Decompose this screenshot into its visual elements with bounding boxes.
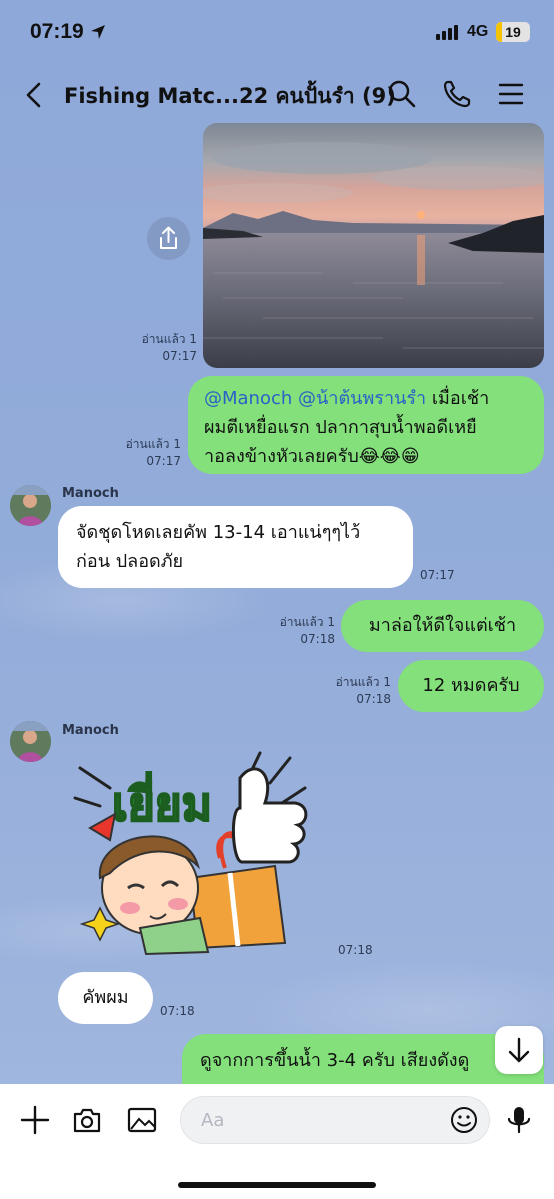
- read-receipt: อ่านแล้ว 1: [141, 332, 197, 346]
- outgoing-message-bubble[interactable]: @Manoch @น้าต้นพรานรำ เมื่อเช้า ผมตีเหยื…: [188, 376, 544, 474]
- message-time: 07:18: [300, 632, 335, 646]
- scroll-to-bottom-button[interactable]: [495, 1026, 543, 1074]
- emoji-icon[interactable]: [449, 1105, 479, 1135]
- message-time: 07:17: [420, 568, 455, 582]
- avatar-image: [10, 485, 51, 526]
- message-text: ก่อน ปลอดภัย: [76, 551, 184, 572]
- mention-link[interactable]: @Manoch: [204, 388, 292, 409]
- incoming-message-bubble[interactable]: คัพผม: [58, 972, 153, 1024]
- message-meta: อ่านแล้ว 1 07:18: [258, 614, 335, 648]
- mention-link[interactable]: @น้าต้นพรานรำ: [298, 388, 426, 409]
- battery-icon: 19: [496, 22, 530, 42]
- message-meta: อ่านแล้ว 1 07:17: [104, 436, 181, 470]
- avatar-image: [10, 721, 51, 762]
- avatar[interactable]: [10, 721, 51, 762]
- outgoing-message-bubble[interactable]: 12 หมดครับ: [398, 660, 544, 712]
- message-time: 07:18: [338, 943, 373, 957]
- message-input[interactable]: [201, 1097, 441, 1143]
- camera-icon[interactable]: [71, 1104, 103, 1136]
- message-input-container: [180, 1096, 490, 1144]
- photo-message[interactable]: [203, 123, 544, 368]
- status-bar: 07:19 4G 19: [0, 0, 554, 64]
- signal-strength-icon: [436, 25, 458, 40]
- message-meta: อ่านแล้ว 1 07:18: [314, 674, 391, 708]
- message-text: จัดชุดโหดเลยคัพ 13-14 เอาแน่ๆๆไว้: [76, 522, 361, 543]
- message-text: เมื่อเช้า: [426, 388, 490, 409]
- outgoing-message-bubble[interactable]: มาล่อให้ดีใจแต่เช้า: [341, 600, 544, 652]
- input-bar: [0, 1084, 554, 1199]
- message-meta: อ่านแล้ว 1 07:17: [120, 331, 197, 365]
- search-icon[interactable]: [386, 78, 418, 110]
- chat-header: Fishing Matc...22 คนปั้นรำ (9): [0, 64, 554, 126]
- message-text: าอลงข้างหัวเลยครับ😂😂😁: [204, 446, 420, 467]
- sender-name: Manoch: [62, 486, 119, 501]
- location-arrow-icon: [91, 25, 105, 39]
- sender-name: Manoch: [62, 723, 119, 738]
- sticker-message[interactable]: เยี่ยม: [70, 748, 320, 958]
- avatar[interactable]: [10, 485, 51, 526]
- message-text: ดูจากการขึ้นน้ำ 3-4 ครับ เสียงดังดู: [200, 1050, 470, 1071]
- message-time: 07:18: [356, 692, 391, 706]
- read-receipt: อ่านแล้ว 1: [125, 437, 181, 451]
- message-text: 12 หมดครับ: [422, 675, 520, 696]
- message-time: 07:17: [162, 349, 197, 363]
- status-time: 07:19: [30, 20, 84, 43]
- phone-icon[interactable]: [441, 78, 473, 110]
- sunset-lake-photo: [203, 123, 544, 368]
- network-type: 4G: [467, 23, 489, 40]
- message-line: @Manoch @น้าต้นพรานรำ เมื่อเช้า: [204, 384, 528, 413]
- message-time: 07:17: [146, 454, 181, 468]
- message-text: คัพผม: [82, 987, 129, 1008]
- microphone-icon[interactable]: [503, 1104, 535, 1136]
- read-receipt: อ่านแล้ว 1: [335, 675, 391, 689]
- sticker-caption: เยี่ยม: [112, 772, 212, 831]
- share-button[interactable]: [147, 217, 190, 260]
- message-text: ผมตีเหยื่อแรก ปลากาสุบน้ำพอดีเหยื: [204, 417, 477, 438]
- chat-title[interactable]: Fishing Matc...22 คนปั้นรำ (9): [64, 80, 396, 113]
- message-time: 07:18: [160, 1004, 195, 1018]
- thumbs-up-sticker: เยี่ยม: [73, 751, 308, 956]
- battery-level: 19: [505, 24, 521, 40]
- plus-icon[interactable]: [19, 1104, 51, 1136]
- image-icon[interactable]: [126, 1104, 158, 1136]
- read-receipt: อ่านแล้ว 1: [279, 615, 335, 629]
- incoming-message-bubble[interactable]: จัดชุดโหดเลยคัพ 13-14 เอาแน่ๆๆไว้ ก่อน ป…: [58, 506, 413, 588]
- menu-icon[interactable]: [495, 78, 527, 110]
- share-icon: [160, 226, 177, 249]
- arrow-down-icon: [508, 1037, 530, 1063]
- home-indicator: [178, 1182, 376, 1188]
- message-text: มาล่อให้ดีใจแต่เช้า: [368, 615, 517, 636]
- back-chevron-icon[interactable]: [20, 80, 50, 110]
